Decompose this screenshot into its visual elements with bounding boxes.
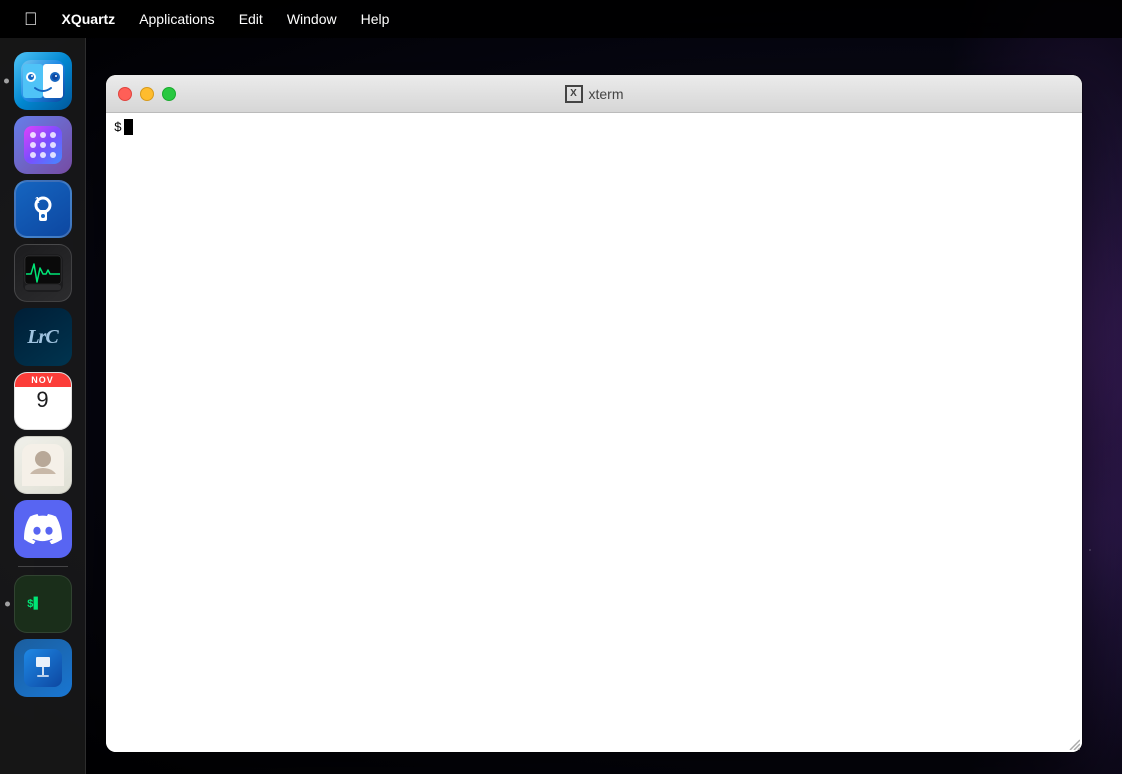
- contacts-icon: [22, 444, 64, 486]
- dock-app-activity-monitor[interactable]: [14, 244, 72, 302]
- onepassword-icon: 1: [25, 191, 61, 227]
- xterm-prompt-char: $: [114, 120, 122, 135]
- menubar-edit[interactable]: Edit: [227, 7, 275, 31]
- lightroom-label: LrC: [27, 327, 57, 347]
- calendar-day: 9: [15, 387, 71, 413]
- dock: 1 LrC NOV 9: [0, 38, 86, 774]
- menubar-help[interactable]: Help: [349, 7, 402, 31]
- menubar:  XQuartz Applications Edit Window Help: [0, 0, 1122, 38]
- calendar-month: NOV: [15, 373, 71, 387]
- dock-app-terminal[interactable]: $▋: [14, 575, 72, 633]
- svg-text:1: 1: [35, 196, 40, 205]
- dock-app-launchpad[interactable]: [14, 116, 72, 174]
- activity-monitor-icon: [23, 254, 63, 292]
- terminal-icon: $▋: [22, 585, 64, 623]
- xterm-title-text: xterm: [589, 86, 624, 102]
- menubar-app-name[interactable]: XQuartz: [50, 7, 128, 31]
- menubar-applications[interactable]: Applications: [127, 7, 227, 31]
- xterm-maximize-button[interactable]: [162, 87, 176, 101]
- dock-app-finder[interactable]: [14, 52, 72, 110]
- dock-dot-finder: [4, 79, 9, 84]
- dock-app-1password[interactable]: 1: [14, 180, 72, 238]
- dock-app-contacts[interactable]: [14, 436, 72, 494]
- xterm-minimize-button[interactable]: [140, 87, 154, 101]
- xterm-titlebar: X xterm: [106, 75, 1082, 113]
- dock-app-lightroom[interactable]: LrC: [14, 308, 72, 366]
- launchpad-icon: [24, 126, 62, 164]
- finder-face-icon: [21, 60, 65, 102]
- xterm-window: X xterm $: [106, 75, 1082, 752]
- dock-app-discord[interactable]: [14, 500, 72, 558]
- xterm-cursor: [124, 119, 133, 135]
- xterm-resize-handle[interactable]: [1066, 736, 1080, 750]
- svg-text:$▋: $▋: [27, 596, 40, 611]
- dock-app-keynote[interactable]: [14, 639, 72, 697]
- xterm-window-controls: [118, 87, 176, 101]
- discord-icon: [24, 514, 62, 544]
- xterm-x-icon: X: [565, 85, 583, 103]
- dock-dot-terminal: [5, 602, 10, 607]
- keynote-icon: [24, 649, 62, 687]
- dock-divider: [18, 566, 68, 567]
- menubar-window[interactable]: Window: [275, 7, 349, 31]
- apple-menu[interactable]: : [12, 9, 50, 30]
- xterm-close-button[interactable]: [118, 87, 132, 101]
- xterm-prompt-line: $: [114, 119, 1074, 135]
- xterm-title-area: X xterm: [565, 85, 624, 103]
- dock-app-calendar[interactable]: NOV 9: [14, 372, 72, 430]
- xterm-content-area[interactable]: $: [106, 113, 1082, 752]
